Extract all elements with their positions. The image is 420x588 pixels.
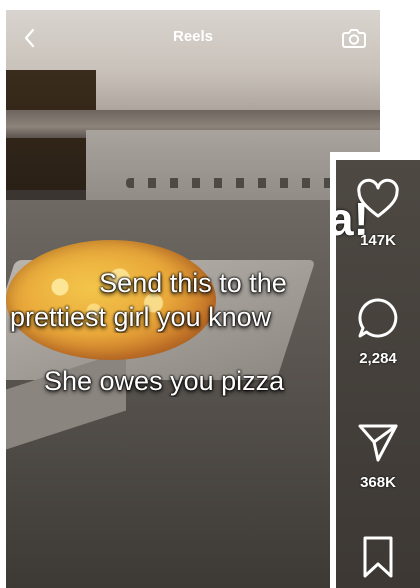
likes-count: 147K xyxy=(360,232,396,249)
like-action: 147K xyxy=(336,178,420,249)
page-title: Reels xyxy=(172,28,214,45)
paper-plane-icon[interactable] xyxy=(356,420,400,464)
comment-action: 2,284 xyxy=(336,296,420,367)
bookmark-icon[interactable] xyxy=(356,534,400,578)
comments-count: 2,284 xyxy=(359,350,397,367)
shares-count: 368K xyxy=(360,474,396,491)
camera-button[interactable] xyxy=(340,24,368,52)
caption-line-3: She owes you pizza xyxy=(44,366,285,396)
caption-line-1: Send this to the xyxy=(99,268,287,298)
reel-video[interactable] xyxy=(6,10,380,588)
reels-screen: Reels Send this to the prettiest girl yo… xyxy=(0,0,420,588)
comment-bubble-icon[interactable] xyxy=(356,296,400,340)
caption-line-2: prettiest girl you know xyxy=(10,302,272,332)
heart-icon[interactable] xyxy=(356,178,400,222)
camera-icon xyxy=(342,29,366,48)
reels-header: Reels xyxy=(6,10,380,66)
save-action xyxy=(336,534,420,578)
share-action: 368K xyxy=(336,420,420,491)
